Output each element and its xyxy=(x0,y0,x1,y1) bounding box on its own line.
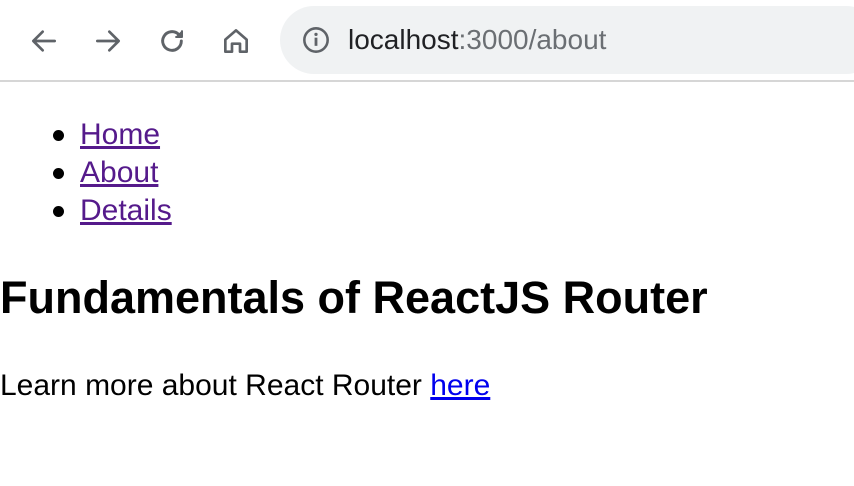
back-button[interactable] xyxy=(22,19,66,63)
forward-arrow-icon xyxy=(96,30,120,52)
nav-item-home: Home xyxy=(0,116,172,154)
info-icon[interactable] xyxy=(302,26,330,54)
page-title: Fundamentals of ReactJS Router xyxy=(0,272,708,323)
browser-toolbar: localhost:3000/about xyxy=(0,0,854,82)
nav-item-details: Details xyxy=(0,192,172,230)
bullet xyxy=(53,168,64,179)
address-bar[interactable]: localhost:3000/about xyxy=(280,6,854,74)
home-icon xyxy=(224,29,248,53)
details-link[interactable]: Details xyxy=(80,194,172,227)
bullet xyxy=(53,206,64,217)
home-link[interactable]: Home xyxy=(80,118,160,151)
here-link[interactable]: here xyxy=(430,369,490,402)
url-path: :3000/about xyxy=(458,24,607,55)
home-button[interactable] xyxy=(214,19,258,63)
about-link[interactable]: About xyxy=(80,156,158,189)
url-text[interactable]: localhost:3000/about xyxy=(348,24,606,56)
url-host: localhost xyxy=(348,24,459,55)
learn-more-text: Learn more about React Router xyxy=(0,369,431,402)
reload-icon xyxy=(161,30,183,52)
nav-item-about: About xyxy=(0,154,172,192)
reload-button[interactable] xyxy=(150,19,194,63)
learn-more-paragraph: Learn more about React Router here xyxy=(0,366,490,406)
forward-button[interactable] xyxy=(86,19,130,63)
bullet xyxy=(53,130,64,141)
nav-list: Home About Details xyxy=(0,116,172,230)
back-arrow-icon xyxy=(32,30,56,52)
